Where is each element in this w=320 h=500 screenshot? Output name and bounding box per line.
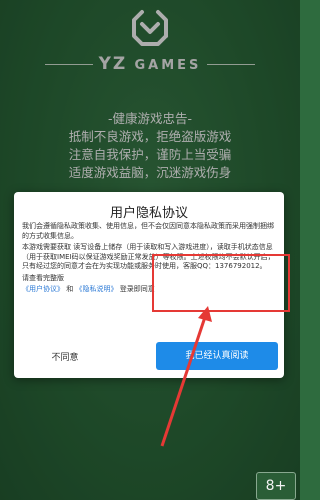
dialog-title: 用户隐私协议	[109, 206, 188, 221]
dialog-paragraph: 我们会遵循隐私政策收集、使用信息，但不会仅因同意本隐私政策而采用强制捆绑的方式收…	[22, 222, 274, 240]
disagree-button[interactable]: 不同意	[22, 344, 108, 372]
and-text: 和	[66, 285, 74, 293]
age-rating-badge[interactable]: 8+	[256, 472, 296, 500]
dialog-buttons: 不同意 我已经认真阅读	[14, 336, 284, 378]
agree-suffix: 登录即同意	[119, 285, 155, 293]
privacy-policy-link[interactable]: 《隐私说明》	[75, 285, 117, 293]
user-agreement-link[interactable]: 《用户协议》	[22, 285, 64, 293]
pointer-arrow-icon	[160, 306, 212, 447]
